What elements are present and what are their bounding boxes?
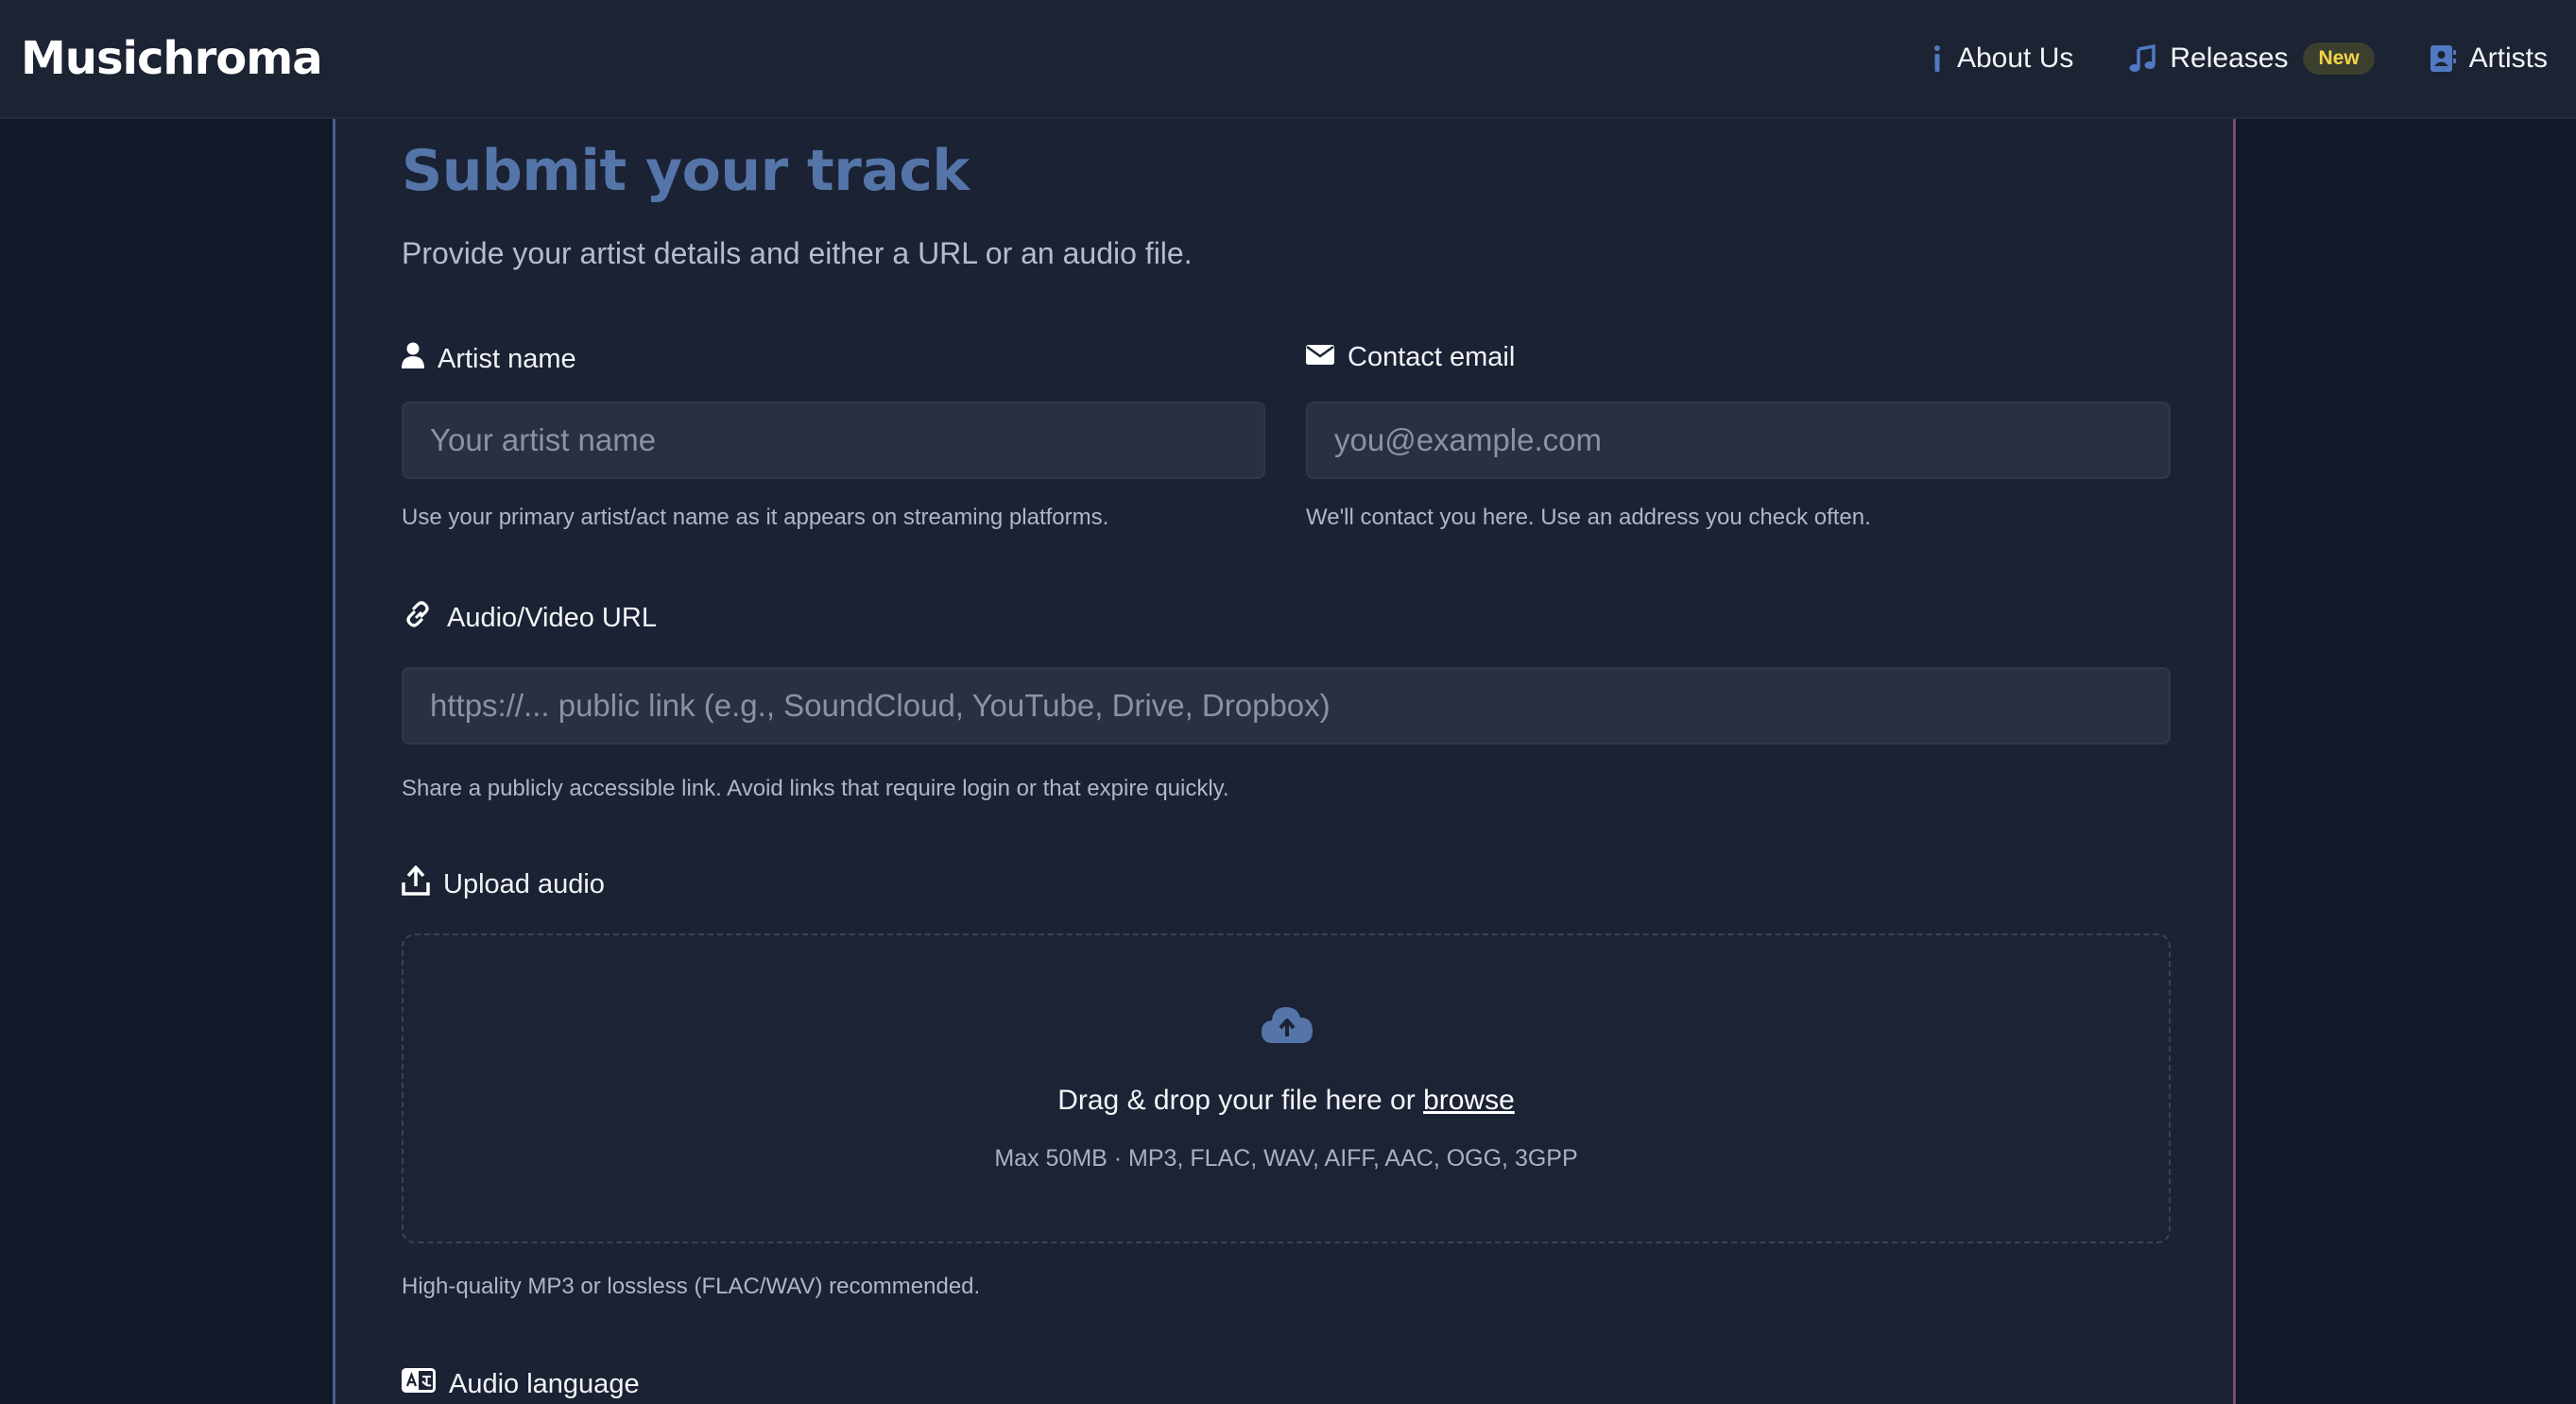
audio-language-label-text: Audio language	[449, 1368, 640, 1399]
audio-video-url-label-text: Audio/Video URL	[447, 602, 657, 633]
language-icon	[402, 1368, 436, 1400]
envelope-icon	[1306, 342, 1334, 373]
contact-email-label: Contact email	[1306, 342, 1515, 373]
upload-audio-label-text: Upload audio	[443, 868, 605, 899]
music-note-icon	[2128, 44, 2156, 73]
top-nav-bar: Musichroma About Us Releases New Artists	[0, 0, 2576, 119]
nav-artists-label: Artists	[2468, 43, 2548, 74]
dropzone-text: Drag & drop your file here or browse	[404, 1085, 2169, 1117]
info-icon	[1931, 44, 1944, 73]
upload-audio-label: Upload audio	[402, 865, 605, 903]
page-title: Submit your track	[402, 138, 970, 204]
page-subtitle: Provide your artist details and either a…	[402, 236, 1193, 270]
artist-name-label-text: Artist name	[438, 343, 576, 374]
contact-email-help: We'll contact you here. Use an address y…	[1306, 505, 1871, 530]
browse-link[interactable]: browse	[1423, 1085, 1515, 1116]
contact-email-label-text: Contact email	[1348, 342, 1516, 372]
artist-name-input[interactable]	[402, 402, 1265, 479]
audio-video-url-label: Audio/Video URL	[402, 600, 657, 636]
contact-book-icon	[2430, 44, 2456, 73]
link-icon	[402, 600, 434, 636]
site-logo[interactable]: Musichroma	[21, 32, 323, 85]
nav-about-us-label: About Us	[1956, 43, 2074, 74]
upload-icon	[402, 865, 430, 903]
drag-drop-text: Drag & drop your file here or	[1057, 1085, 1424, 1116]
contact-email-input[interactable]	[1306, 402, 2171, 479]
user-icon	[402, 342, 424, 376]
artist-name-help: Use your primary artist/act name as it a…	[402, 505, 1109, 530]
dropzone-formats: Max 50MB · MP3, FLAC, WAV, AIFF, AAC, OG…	[994, 1145, 1578, 1172]
file-dropzone[interactable]: Drag & drop your file here or browse Max…	[402, 933, 2171, 1243]
audio-video-url-input[interactable]	[402, 667, 2171, 745]
cloud-upload-icon	[1260, 1003, 1314, 1050]
audio-video-url-help: Share a publicly accessible link. Avoid …	[402, 776, 1229, 801]
nav-releases-label: Releases	[2170, 43, 2289, 74]
upload-audio-help: High-quality MP3 or lossless (FLAC/WAV) …	[402, 1274, 981, 1299]
audio-language-label: Audio language	[402, 1368, 640, 1400]
nav-about-us[interactable]: About Us	[1931, 43, 2073, 75]
submit-track-card: Submit your track Provide your artist de…	[333, 119, 2236, 1404]
nav-artists[interactable]: Artists	[2430, 43, 2548, 75]
nav-releases[interactable]: Releases New	[2128, 43, 2375, 75]
new-badge: New	[2303, 43, 2375, 75]
main-nav: About Us Releases New Artists	[1931, 43, 2548, 75]
artist-name-label: Artist name	[402, 342, 576, 376]
